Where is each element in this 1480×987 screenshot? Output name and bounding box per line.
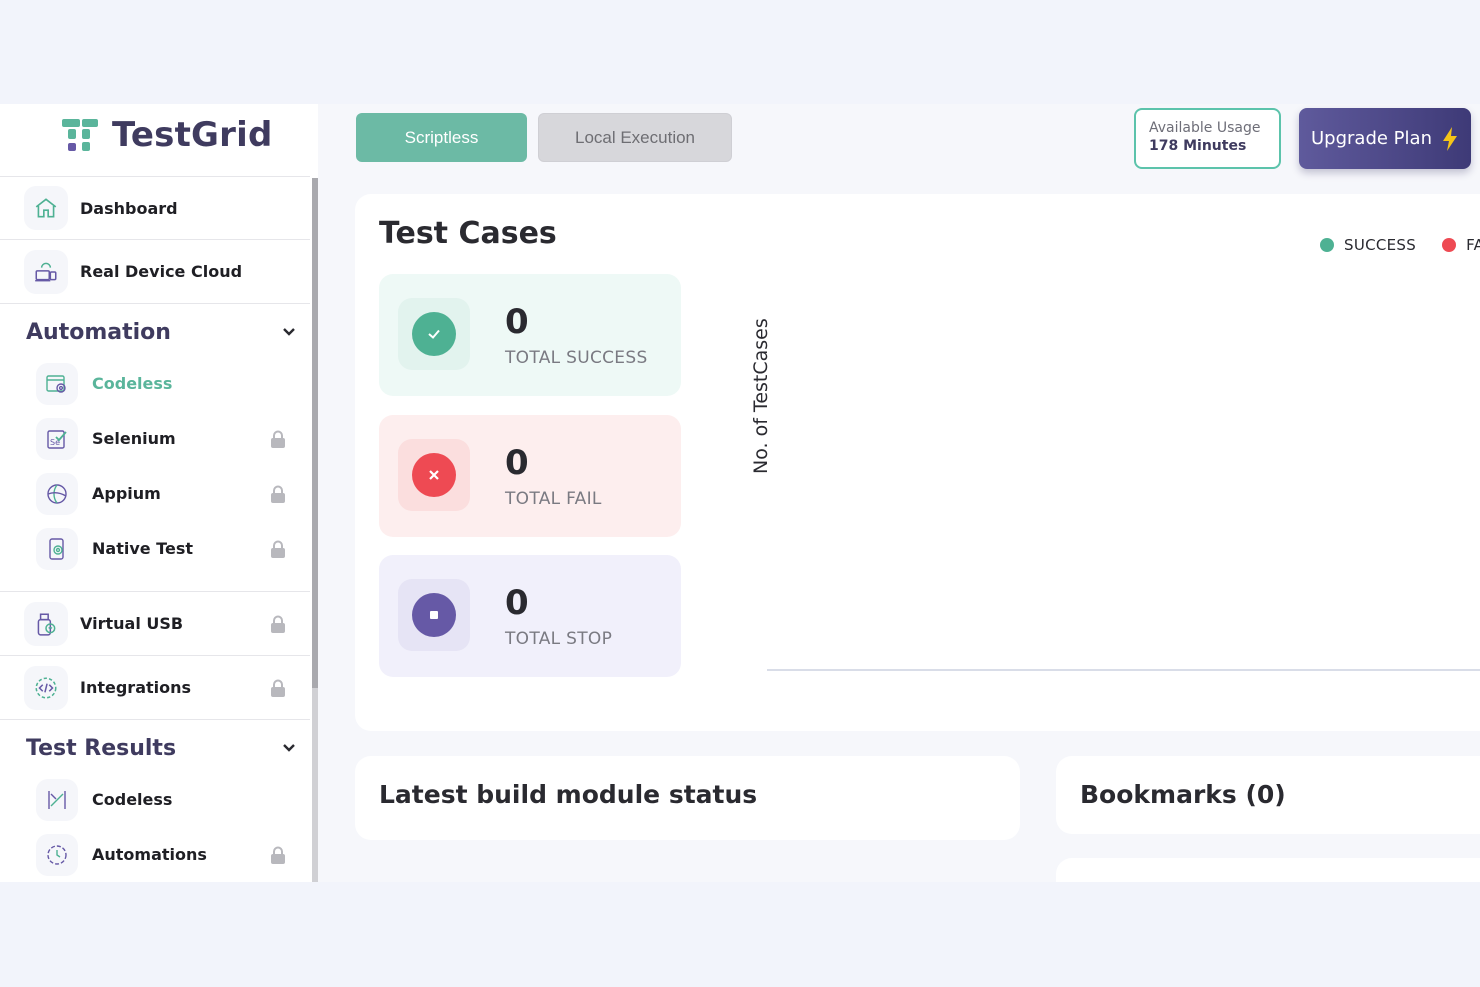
latest-build-title: Latest build module status bbox=[379, 780, 758, 809]
next-card bbox=[1056, 858, 1480, 882]
fail-label: TOTAL FAIL bbox=[505, 489, 602, 509]
scriptless-tab-button[interactable]: Scriptless bbox=[356, 113, 527, 162]
chart-legend: SUCCESS FA bbox=[1320, 236, 1480, 254]
latest-build-card: Latest build module status bbox=[355, 756, 1020, 840]
lock-icon bbox=[271, 430, 285, 448]
lock-icon bbox=[271, 540, 285, 558]
chevron-down-icon bbox=[283, 744, 295, 752]
lock-icon bbox=[271, 615, 285, 633]
sidebar-item-virtual-usb[interactable]: Virtual USB bbox=[0, 592, 310, 656]
sidebar-item-native-test[interactable]: Native Test bbox=[0, 521, 310, 576]
section-title: Automation bbox=[26, 319, 171, 345]
sidebar-item-label: Integrations bbox=[80, 678, 192, 697]
bookmarks-card: Bookmarks (0) bbox=[1056, 756, 1480, 834]
total-stop-stat: 0 TOTAL STOP bbox=[379, 555, 681, 677]
sidebar-item-selenium[interactable]: Se Selenium bbox=[0, 411, 310, 466]
automation-section-header[interactable]: Automation bbox=[0, 304, 310, 360]
codeless-results-icon bbox=[36, 778, 78, 821]
sidebar-scrollbar[interactable] bbox=[312, 178, 318, 882]
sidebar-item-integrations[interactable]: Integrations bbox=[0, 656, 310, 720]
sidebar-item-label: Automations bbox=[92, 845, 207, 864]
sidebar: TestGrid Dashboard Real Device Cloud Aut… bbox=[0, 104, 318, 882]
usage-label: Available Usage bbox=[1149, 120, 1261, 136]
legend-item-fail[interactable]: FA bbox=[1442, 236, 1480, 254]
sidebar-item-label: Selenium bbox=[92, 429, 176, 448]
chart-y-axis-label: No. of TestCases bbox=[750, 318, 772, 474]
sidebar-item-label: Codeless bbox=[92, 790, 173, 809]
automations-results-icon bbox=[36, 833, 78, 876]
test-results-section-header[interactable]: Test Results bbox=[0, 720, 310, 776]
sidebar-item-label: Virtual USB bbox=[80, 614, 184, 633]
sidebar-item-label: Native Test bbox=[92, 539, 193, 558]
sidebar-item-appium[interactable]: Appium bbox=[0, 466, 310, 521]
sidebar-item-label: Appium bbox=[92, 484, 161, 503]
sidebar-item-label: Codeless bbox=[92, 374, 173, 393]
sidebar-item-results-codeless[interactable]: Codeless bbox=[0, 772, 310, 827]
lock-icon bbox=[271, 679, 285, 697]
integrations-icon bbox=[24, 665, 68, 710]
home-icon bbox=[24, 186, 68, 230]
codeless-icon bbox=[36, 362, 78, 405]
virtual-usb-icon bbox=[24, 601, 68, 646]
success-count: 0 bbox=[505, 302, 529, 342]
legend-dot bbox=[1442, 238, 1457, 252]
sidebar-item-dashboard[interactable]: Dashboard bbox=[0, 176, 310, 240]
scrollbar-thumb[interactable] bbox=[312, 178, 318, 688]
testgrid-logo-icon bbox=[62, 119, 98, 151]
sidebar-item-label: Dashboard bbox=[80, 198, 178, 218]
lightning-icon bbox=[1442, 126, 1457, 151]
test-cases-title: Test Cases bbox=[379, 216, 557, 251]
sidebar-item-label: Real Device Cloud bbox=[80, 262, 243, 281]
total-success-stat: 0 TOTAL SUCCESS bbox=[379, 274, 681, 396]
stop-icon bbox=[412, 593, 456, 637]
stop-count: 0 bbox=[505, 583, 529, 623]
stop-icon-box bbox=[398, 579, 470, 651]
chevron-down-icon bbox=[283, 328, 295, 336]
legend-label: SUCCESS bbox=[1344, 236, 1417, 254]
upgrade-plan-button[interactable]: Upgrade Plan bbox=[1299, 108, 1471, 169]
sidebar-item-results-automations[interactable]: Automations bbox=[0, 827, 310, 882]
success-icon-box bbox=[398, 298, 470, 370]
bookmarks-title: Bookmarks (0) bbox=[1080, 780, 1286, 809]
fail-icon-box bbox=[398, 439, 470, 511]
chart-x-axis-line bbox=[767, 669, 1480, 671]
legend-dot bbox=[1320, 238, 1334, 252]
brand-name: TestGrid bbox=[112, 115, 273, 155]
available-usage-box: Available Usage 178 Minutes bbox=[1134, 108, 1281, 169]
lock-icon bbox=[271, 846, 285, 864]
native-test-icon bbox=[36, 527, 78, 570]
section-title: Test Results bbox=[26, 735, 177, 761]
success-label: TOTAL SUCCESS bbox=[505, 348, 648, 368]
legend-item-success[interactable]: SUCCESS bbox=[1320, 236, 1416, 254]
lock-icon bbox=[271, 485, 285, 503]
test-cases-card: Test Cases 0 TOTAL SUCCESS 0 TOTAL FAIL bbox=[355, 194, 1480, 731]
total-fail-stat: 0 TOTAL FAIL bbox=[379, 415, 681, 537]
appium-icon bbox=[36, 472, 78, 515]
device-cloud-icon bbox=[24, 249, 68, 294]
selenium-icon: Se bbox=[36, 417, 78, 460]
sidebar-item-real-device-cloud[interactable]: Real Device Cloud bbox=[0, 240, 310, 304]
brand-logo[interactable]: TestGrid bbox=[60, 112, 273, 158]
app-window: TestGrid Dashboard Real Device Cloud Aut… bbox=[0, 104, 1480, 882]
fail-count: 0 bbox=[505, 443, 529, 483]
check-icon bbox=[412, 312, 456, 356]
close-icon bbox=[412, 453, 456, 497]
sidebar-item-codeless[interactable]: Codeless bbox=[0, 356, 310, 411]
usage-value: 178 Minutes bbox=[1149, 138, 1247, 154]
local-execution-tab-button[interactable]: Local Execution bbox=[538, 113, 732, 162]
legend-label: FA bbox=[1466, 236, 1480, 254]
upgrade-plan-label: Upgrade Plan bbox=[1311, 128, 1432, 149]
stop-label: TOTAL STOP bbox=[505, 629, 613, 649]
